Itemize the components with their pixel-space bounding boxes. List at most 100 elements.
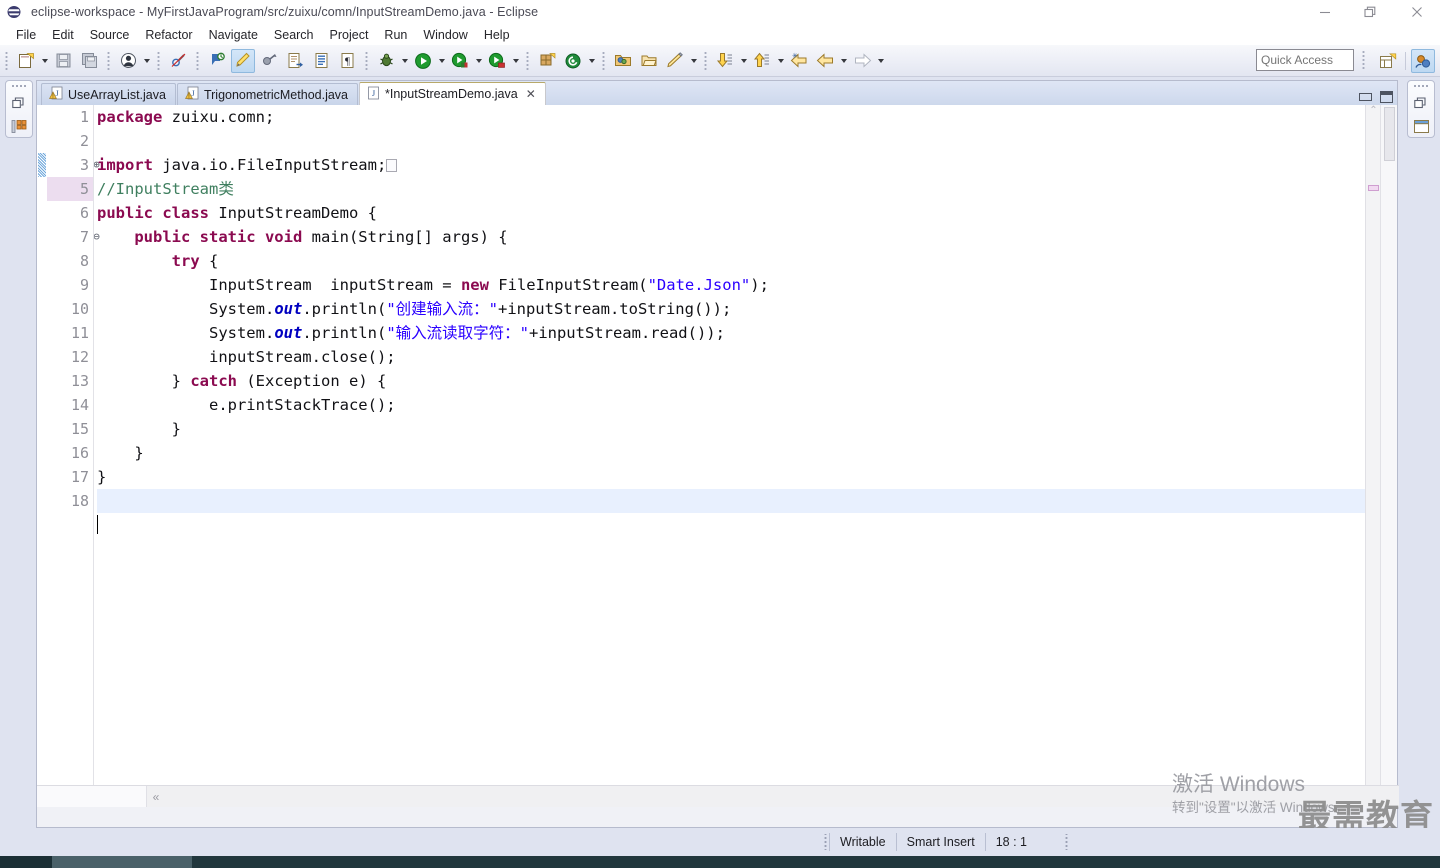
code-editor[interactable]: 1 2 3 ⊕ 5 6 7 ⊖ 8 9 10 11 12 13 14 15 16 17 18 package zui… [37,105,1399,807]
menu-navigate[interactable]: Navigate [201,26,266,44]
minimize-window-button[interactable] [1302,0,1348,24]
coverage-icon[interactable] [485,49,509,73]
line-number[interactable]: 10 [47,297,93,321]
coverage-dropdown-arrow[interactable] [510,49,521,73]
line-number[interactable]: 12 [47,345,93,369]
editor-tab-trigonometricmethod[interactable]: J ! TrigonometricMethod.java [176,83,358,105]
scroll-left-button[interactable]: « [147,790,165,804]
up-arrow-icon[interactable] [750,49,774,73]
code-line[interactable]: System.out.println("创建输入流："+inputStream.… [97,297,1397,321]
line-number[interactable]: 15 [47,417,93,441]
code-line[interactable]: inputStream.close(); [97,345,1397,369]
java-perspective-icon[interactable] [1411,49,1435,73]
down-dropdown-arrow[interactable] [738,49,749,73]
toolbar-grip-9[interactable] [1360,51,1367,69]
close-icon[interactable]: ✕ [526,87,536,101]
bug-icon[interactable] [374,49,398,73]
person-dropdown-arrow[interactable] [141,49,152,73]
menu-file[interactable]: File [8,26,44,44]
vertical-scrollbar[interactable]: ⌄ [1380,105,1397,807]
quick-access-input[interactable] [1256,49,1354,71]
code-line[interactable] [97,489,1397,513]
toolbar-grip-7[interactable] [600,51,607,70]
collapsed-code-icon[interactable] [386,159,398,172]
line-number[interactable]: 7 ⊖ [47,225,100,249]
new-annotation-dropdown-arrow[interactable] [586,49,597,73]
maximize-icon[interactable] [1380,91,1393,103]
forward-arrow-icon[interactable] [850,49,874,73]
line-number[interactable]: 3 ⊕ [47,153,100,177]
menu-source[interactable]: Source [82,26,138,44]
new-annotation-icon[interactable] [561,49,585,73]
minimize-icon[interactable] [1359,93,1372,101]
restore-view-icon-right[interactable] [1411,94,1431,112]
open-folder-icon[interactable] [611,49,635,73]
package-explorer-icon[interactable] [9,117,29,135]
open-perspective-icon[interactable] [1376,49,1400,73]
code-line[interactable]: package zuixu.comn; [97,105,1397,129]
new-file-dropdown-arrow[interactable] [39,49,50,73]
restore-window-button[interactable] [1348,0,1394,24]
save-icon[interactable] [51,49,75,73]
toolbar-grip-2[interactable] [105,51,112,70]
line-number[interactable]: 17 [47,465,93,489]
toolbar-grip-8[interactable] [702,51,709,70]
line-number[interactable]: 16 [47,441,93,465]
run-icon[interactable] [411,49,435,73]
status-grip[interactable] [822,834,829,850]
vertical-scrollbar-thumb[interactable] [1384,107,1395,161]
toolbar-grip-6[interactable] [524,51,531,70]
skip-breakpoints-icon[interactable] [166,49,190,73]
editor-tab-usearraylist[interactable]: J ! UseArrayList.java [41,83,176,105]
previous-annotation-icon[interactable] [257,49,281,73]
open-task-icon[interactable] [309,49,333,73]
toolbar-grip-3[interactable] [155,51,162,70]
menu-edit[interactable]: Edit [44,26,82,44]
pencil-icon[interactable] [663,49,687,73]
code-line[interactable]: import java.io.FileInputStream; [97,153,1397,177]
taskbar-active-item[interactable] [52,856,192,868]
menu-refactor[interactable]: Refactor [137,26,200,44]
editor-tab-inputstreamdemo[interactable]: J *InputStreamDemo.java ✕ [359,82,546,105]
toolbar-grip[interactable] [3,51,10,70]
menu-project[interactable]: Project [322,26,377,44]
code-line[interactable]: } [97,465,1397,489]
highlighter-icon[interactable] [231,48,255,73]
person-icon[interactable] [116,49,140,73]
line-number[interactable]: 8 [47,249,93,273]
run-external-icon[interactable] [448,49,472,73]
line-number[interactable]: 6 [47,201,93,225]
line-number[interactable]: 11 [47,321,93,345]
debug-dropdown-arrow[interactable] [399,49,410,73]
down-arrow-icon[interactable] [713,49,737,73]
code-line[interactable]: System.out.println("输入流读取字符："+inputStrea… [97,321,1397,345]
right-trim-grip[interactable] [1413,84,1429,89]
left-trim-grip[interactable] [11,84,27,89]
code-text[interactable]: package zuixu.comn; import java.io.FileIn… [93,105,1397,807]
back-dropdown-arrow[interactable] [838,49,849,73]
code-line[interactable]: } [97,441,1397,465]
menu-help[interactable]: Help [476,26,518,44]
taskbar-start-area[interactable] [0,856,52,868]
overview-ruler[interactable]: ⌃ [1365,105,1380,807]
code-line[interactable]: //InputStream类 [97,177,1397,201]
line-number[interactable]: 13 [47,369,93,393]
toolbar-grip-4[interactable] [194,51,201,70]
run-dropdown-arrow[interactable] [436,49,447,73]
back-star-icon[interactable]: ✳ [787,49,811,73]
code-line[interactable]: } catch (Exception e) { [97,369,1397,393]
line-number[interactable]: 1 [47,105,93,129]
next-annotation-icon[interactable] [205,49,229,73]
outline-view-icon[interactable] [1411,117,1431,135]
line-number[interactable]: 18 [47,489,93,513]
line-number[interactable]: 2 [47,129,93,153]
close-window-button[interactable] [1394,0,1440,24]
save-all-icon[interactable] [77,49,101,73]
back-arrow-icon[interactable] [813,49,837,73]
code-line[interactable]: public class InputStreamDemo { [97,201,1397,225]
pilcrow-icon[interactable]: ¶ [335,49,359,73]
menu-window[interactable]: Window [415,26,475,44]
line-number[interactable]: 5 [47,177,93,201]
line-number[interactable]: 14 [47,393,93,417]
restore-view-icon[interactable] [9,94,29,112]
